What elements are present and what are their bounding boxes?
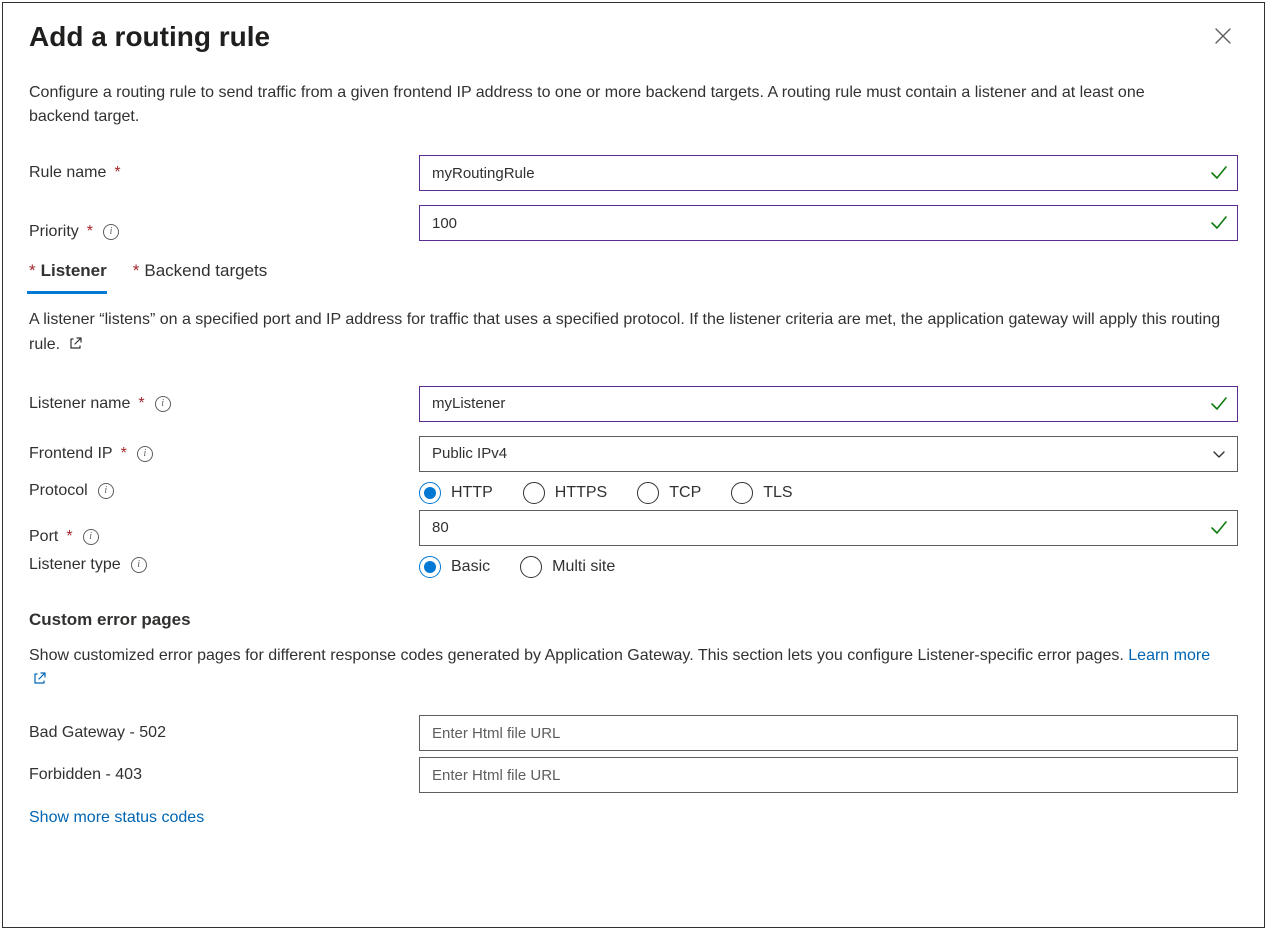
listener-type-basic-radio[interactable]: Basic [419, 556, 490, 578]
rule-name-label: Rule name * [29, 164, 419, 182]
external-link-icon[interactable] [69, 334, 83, 348]
radio-icon [523, 482, 545, 504]
custom-error-desc-text: Show customized error pages for differen… [29, 647, 1128, 664]
required-star: * [66, 528, 72, 546]
protocol-https-radio[interactable]: HTTPS [523, 482, 607, 504]
forbidden-row: Forbidden - 403 [29, 757, 1238, 793]
frontend-ip-select[interactable]: Public IPv4 [419, 436, 1238, 472]
required-star: * [121, 445, 127, 463]
required-star: * [133, 261, 140, 281]
listener-description: A listener “listens” on a specified port… [29, 308, 1229, 358]
info-icon[interactable]: i [103, 224, 119, 240]
listener-name-input[interactable] [419, 386, 1238, 422]
info-icon[interactable]: i [131, 557, 147, 573]
info-icon[interactable]: i [83, 529, 99, 545]
panel-title: Add a routing rule [29, 21, 270, 53]
label-text: Rule name [29, 164, 106, 182]
port-label: Port * i [29, 510, 419, 546]
close-icon [1214, 27, 1232, 45]
priority-label: Priority * i [29, 205, 419, 241]
forbidden-label: Forbidden - 403 [29, 766, 419, 784]
label-text: Listener name [29, 395, 130, 413]
label-text: Frontend IP [29, 445, 113, 463]
info-icon[interactable]: i [155, 396, 171, 412]
tab-backend-targets[interactable]: * Backend targets [131, 255, 267, 294]
custom-error-description: Show customized error pages for differen… [29, 644, 1229, 694]
label-text: Bad Gateway - 502 [29, 724, 166, 742]
label-text: Protocol [29, 482, 88, 500]
protocol-row: Protocol i HTTP HTTPS TCP TLS [29, 478, 1238, 504]
priority-input[interactable] [419, 205, 1238, 241]
protocol-radio-group: HTTP HTTPS TCP TLS [419, 478, 1238, 504]
protocol-label: Protocol i [29, 482, 419, 500]
port-input[interactable] [419, 510, 1238, 546]
required-star: * [87, 223, 93, 241]
required-star: * [114, 164, 120, 182]
radio-label: Basic [451, 558, 490, 576]
radio-label: TLS [763, 484, 792, 502]
select-value: Public IPv4 [432, 445, 507, 462]
listener-type-multi-radio[interactable]: Multi site [520, 556, 615, 578]
radio-label: Multi site [552, 558, 615, 576]
protocol-http-radio[interactable]: HTTP [419, 482, 493, 504]
bad-gateway-row: Bad Gateway - 502 [29, 715, 1238, 751]
label-text: Priority [29, 223, 79, 241]
listener-name-label: Listener name * i [29, 395, 419, 413]
tabs: * Listener * Backend targets [27, 255, 1238, 294]
info-icon[interactable]: i [137, 446, 153, 462]
show-more-status-codes-link[interactable]: Show more status codes [29, 809, 204, 827]
info-icon[interactable]: i [98, 483, 114, 499]
frontend-ip-label: Frontend IP * i [29, 445, 419, 463]
port-row: Port * i [29, 510, 1238, 546]
link-text: Learn more [1128, 647, 1210, 664]
rule-name-row: Rule name * [29, 155, 1238, 191]
forbidden-input[interactable] [419, 757, 1238, 793]
routing-rule-panel: Add a routing rule Configure a routing r… [2, 2, 1265, 928]
radio-icon [731, 482, 753, 504]
listener-type-label: Listener type i [29, 556, 419, 574]
radio-icon [637, 482, 659, 504]
priority-row: Priority * i [29, 205, 1238, 241]
external-link-icon [33, 669, 47, 683]
panel-header: Add a routing rule [29, 21, 1238, 81]
radio-label: HTTPS [555, 484, 607, 502]
required-star: * [138, 395, 144, 413]
radio-icon [419, 482, 441, 504]
tab-label: Backend targets [144, 261, 267, 281]
listener-desc-text: A listener “listens” on a specified port… [29, 311, 1220, 353]
protocol-tls-radio[interactable]: TLS [731, 482, 792, 504]
listener-type-radio-group: Basic Multi site [419, 552, 1238, 578]
custom-error-heading: Custom error pages [29, 610, 1238, 630]
bad-gateway-input[interactable] [419, 715, 1238, 751]
panel-description: Configure a routing rule to send traffic… [29, 81, 1209, 129]
protocol-tcp-radio[interactable]: TCP [637, 482, 701, 504]
frontend-ip-row: Frontend IP * i Public IPv4 [29, 436, 1238, 472]
bad-gateway-label: Bad Gateway - 502 [29, 724, 419, 742]
tab-label: Listener [41, 261, 107, 281]
rule-name-input[interactable] [419, 155, 1238, 191]
close-button[interactable] [1214, 21, 1238, 48]
radio-icon [520, 556, 542, 578]
radio-icon [419, 556, 441, 578]
radio-label: TCP [669, 484, 701, 502]
required-star: * [29, 261, 36, 281]
listener-type-row: Listener type i Basic Multi site [29, 552, 1238, 578]
radio-label: HTTP [451, 484, 493, 502]
label-text: Listener type [29, 556, 121, 574]
label-text: Forbidden - 403 [29, 766, 142, 784]
listener-name-row: Listener name * i [29, 386, 1238, 422]
label-text: Port [29, 528, 58, 546]
tab-listener[interactable]: * Listener [27, 255, 107, 294]
